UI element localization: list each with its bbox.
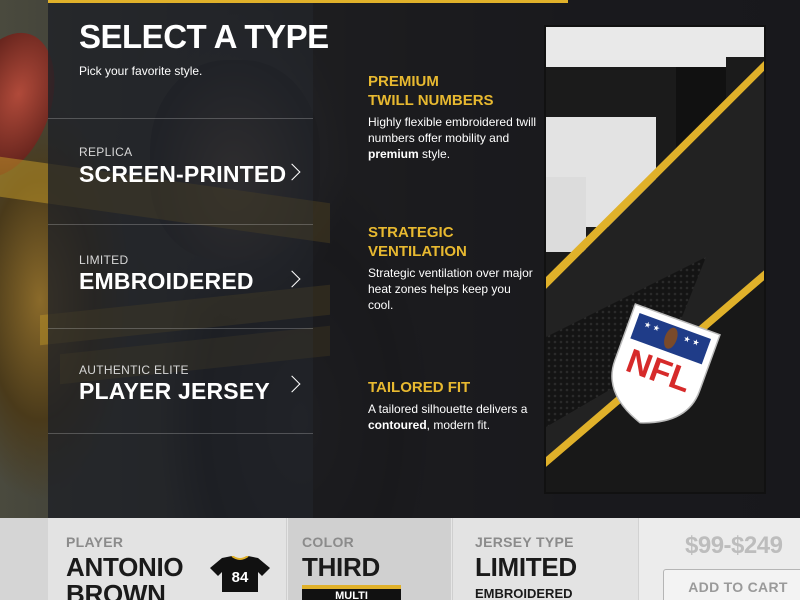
color-value: THIRD bbox=[302, 552, 380, 582]
feature-title: TAILORED FIT bbox=[368, 379, 471, 396]
svg-text:84: 84 bbox=[232, 569, 249, 586]
feature-tailored-fit: TAILORED FIT A tailored silhouette deliv… bbox=[368, 378, 538, 433]
chevron-right-icon bbox=[283, 375, 301, 393]
summary-player[interactable]: PLAYER ANTONIO BROWN 84 bbox=[48, 518, 287, 600]
chevron-right-icon bbox=[283, 270, 301, 288]
jersey-type-value: LIMITED bbox=[475, 552, 577, 582]
page-subtitle: Pick your favorite style. bbox=[79, 64, 203, 78]
jersey-closeup-svg: ★ ★ ★ ★ NFL bbox=[546, 27, 764, 492]
summary-jersey-type[interactable]: JERSEY TYPE LIMITED EMBROIDERED bbox=[452, 518, 638, 600]
feature-twill-numbers: PREMIUM TWILL NUMBERS Highly flexible emb… bbox=[368, 72, 538, 162]
summary-bar: PLAYER ANTONIO BROWN 84 COLOR THIRD MULTI… bbox=[0, 518, 800, 600]
jersey-closeup-image: ★ ★ ★ ★ NFL bbox=[544, 25, 766, 494]
type-name: PLAYER JERSEY bbox=[79, 378, 270, 404]
accent-bar bbox=[313, 0, 568, 3]
jersey-thumbnail-icon: 84 bbox=[210, 556, 270, 592]
player-name: ANTONIO BROWN bbox=[66, 552, 184, 600]
page-title: SELECT A TYPE bbox=[79, 18, 329, 55]
feature-description: Strategic ventilation over major heat zo… bbox=[368, 266, 533, 312]
type-name: SCREEN-PRINTED bbox=[79, 161, 287, 187]
feature-title: PREMIUM TWILL NUMBERS bbox=[368, 73, 494, 109]
feature-title: STRATEGIC VENTILATION bbox=[368, 224, 467, 260]
summary-price: $99-$249 ADD TO CART bbox=[638, 518, 800, 600]
add-to-cart-button[interactable]: ADD TO CART bbox=[663, 569, 800, 600]
type-option-authentic-elite[interactable]: AUTHENTIC ELITE PLAYER JERSEY bbox=[48, 328, 313, 434]
feature-description: Highly flexible embroidered twill number… bbox=[368, 115, 537, 161]
divider bbox=[48, 433, 313, 434]
type-option-limited[interactable]: LIMITED EMBROIDERED bbox=[48, 224, 313, 330]
type-tier-label: AUTHENTIC ELITE bbox=[79, 363, 189, 377]
color-label: COLOR bbox=[302, 534, 355, 550]
price-range: $99-$249 bbox=[685, 532, 783, 559]
feature-description: A tailored silhouette delivers a contour… bbox=[368, 402, 528, 432]
summary-color[interactable]: COLOR THIRD MULTI bbox=[288, 518, 451, 600]
player-label: PLAYER bbox=[66, 534, 124, 550]
jersey-type-sub: EMBROIDERED bbox=[475, 586, 573, 600]
type-tier-label: REPLICA bbox=[79, 145, 133, 159]
feature-ventilation: STRATEGIC VENTILATION Strategic ventilati… bbox=[368, 223, 538, 313]
type-tier-label: LIMITED bbox=[79, 253, 129, 267]
summary-spacer bbox=[0, 518, 48, 600]
color-swatch: MULTI bbox=[302, 585, 401, 600]
jersey-type-label: JERSEY TYPE bbox=[475, 534, 574, 550]
type-option-replica[interactable]: REPLICA SCREEN-PRINTED bbox=[48, 118, 313, 224]
type-name: EMBROIDERED bbox=[79, 268, 254, 294]
